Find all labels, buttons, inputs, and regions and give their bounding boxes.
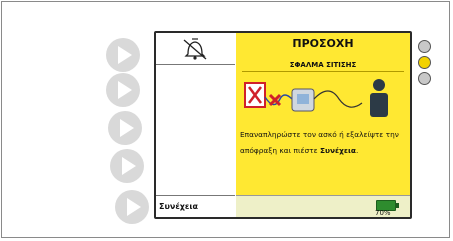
side-button-1[interactable] [106, 38, 140, 72]
side-button-4[interactable] [110, 149, 144, 183]
led-middle [418, 56, 431, 69]
continue-label: Συνέχεια [159, 202, 198, 211]
alarm-panel: ΠΡΟΣΟΧΗ ΣΦΑΛΜΑ ΣΙΤΙΣΗΣ Επαναπληρώστε τον… [236, 33, 410, 217]
battery-percent: 70% [375, 209, 391, 217]
feeding-error-illustration [244, 79, 388, 117]
play-icon [127, 198, 141, 216]
left-pane: Συνέχεια [156, 33, 237, 217]
alarm-silence-key[interactable] [156, 33, 235, 65]
side-button-5[interactable] [115, 190, 149, 224]
pump-screen: Συνέχεια ΠΡΟΣΟΧΗ ΣΦΑΛΜΑ ΣΙΤΙΣΗΣ Επαναπλη [154, 31, 412, 219]
status-strip: 70% [236, 195, 410, 217]
divider [242, 71, 404, 72]
alarm-title: ΠΡΟΣΟΧΗ [292, 37, 354, 50]
play-icon [118, 46, 132, 64]
alarm-silenced-bell-icon [183, 38, 207, 60]
side-button-2[interactable] [106, 73, 140, 107]
play-icon [120, 119, 134, 137]
alarm-subtitle: ΣΦΑΛΜΑ ΣΙΤΙΣΗΣ [289, 61, 357, 69]
play-icon [122, 157, 136, 175]
alarm-message: Επαναπληρώστε τον ασκό ή εξαλείψτε την α… [240, 130, 399, 155]
led-top [418, 40, 431, 53]
play-icon [118, 81, 132, 99]
led-bottom [418, 72, 431, 85]
continue-soft-key[interactable]: Συνέχεια [156, 195, 235, 217]
side-button-3[interactable] [108, 111, 142, 145]
